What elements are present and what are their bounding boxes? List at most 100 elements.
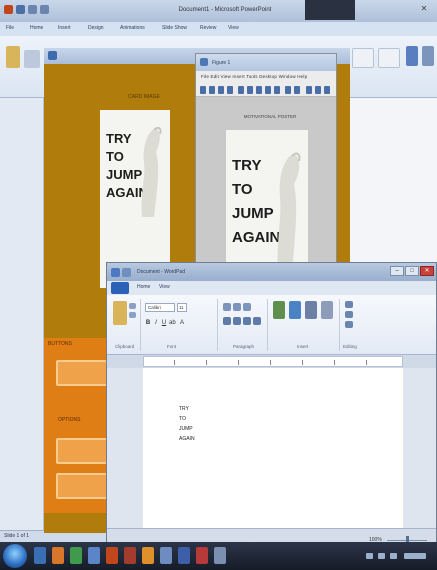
figure-menubar[interactable]: File Edit View Insert Tools Desktop Wind…	[196, 71, 336, 83]
close-icon[interactable]: ✕	[417, 4, 431, 15]
redo-icon[interactable]	[40, 5, 49, 14]
pan-icon[interactable]	[265, 86, 271, 94]
paint-drawing-icon[interactable]	[289, 301, 301, 319]
panel-label: OPTIONS	[58, 417, 81, 423]
save-icon[interactable]	[218, 86, 224, 94]
document-area: TRY TO JUMP AGAIN	[107, 368, 436, 528]
save-icon[interactable]	[122, 268, 131, 277]
slide-thumbnail-panel[interactable]	[0, 98, 44, 530]
tab-home[interactable]: Home	[137, 284, 150, 290]
poster-word: TRY	[106, 131, 132, 146]
maximize-icon[interactable]: □	[405, 266, 419, 276]
wordpad-title: Document - WordPad	[137, 269, 185, 275]
copy-icon[interactable]	[129, 312, 136, 318]
close-icon[interactable]: ✕	[420, 266, 434, 276]
poster-card-large: TRY TO JUMP AGAIN	[226, 130, 308, 282]
slide-layout-icon[interactable]	[24, 50, 40, 68]
brush-icon[interactable]	[294, 86, 300, 94]
powerpoint-tab-bar: File Home Insert Design Animations Slide…	[0, 22, 437, 36]
excel-taskbar-icon[interactable]	[70, 547, 82, 564]
align-right-icon[interactable]	[243, 317, 251, 325]
legend-icon[interactable]	[315, 86, 321, 94]
decrease-indent-icon[interactable]	[223, 303, 231, 311]
matlab-taskbar-icon[interactable]	[142, 547, 154, 564]
replace-icon[interactable]	[345, 311, 353, 318]
replace-icon[interactable]	[422, 46, 434, 66]
select-all-icon[interactable]	[345, 321, 353, 328]
card-caption: CARD IMAGE	[128, 94, 160, 100]
font-size-select[interactable]: 11	[177, 303, 187, 312]
zoom-in-icon[interactable]	[247, 86, 253, 94]
quick-styles-icon[interactable]	[378, 48, 400, 68]
undo-icon[interactable]	[28, 5, 37, 14]
powerpoint-right-area	[348, 98, 437, 263]
tab-animations[interactable]: Animations	[120, 25, 145, 31]
ruler-tick	[238, 360, 239, 365]
zoom-out-icon[interactable]	[256, 86, 262, 94]
pointer-icon[interactable]	[238, 86, 244, 94]
print-icon[interactable]	[227, 86, 233, 94]
status-text: Slide 1 of 1	[4, 533, 30, 539]
shapes-gallery-icon[interactable]	[352, 48, 374, 68]
group-label: Insert	[297, 344, 309, 349]
clock[interactable]	[404, 553, 426, 559]
tab-file[interactable]: File	[6, 25, 14, 31]
date-time-icon[interactable]	[305, 301, 317, 319]
font-color-button[interactable]: A	[179, 319, 185, 327]
paste-icon[interactable]	[113, 301, 127, 325]
word-taskbar-icon[interactable]	[88, 547, 100, 564]
wordpad-taskbar-icon[interactable]	[160, 547, 172, 564]
colorbar-icon[interactable]	[306, 86, 312, 94]
find-icon[interactable]	[345, 301, 353, 308]
ribbon-separator	[267, 299, 268, 351]
find-icon[interactable]	[406, 46, 418, 66]
figure-menu-items[interactable]: File Edit View Insert Tools Desktop Wind…	[201, 74, 307, 79]
paint-taskbar-icon[interactable]	[124, 547, 136, 564]
align-left-icon[interactable]	[223, 317, 231, 325]
start-button[interactable]	[3, 544, 27, 568]
explorer-taskbar-icon[interactable]	[34, 547, 46, 564]
font-family-select[interactable]: Calibri	[145, 303, 175, 312]
bold-button[interactable]: B	[145, 319, 151, 327]
rotate-icon[interactable]	[274, 86, 280, 94]
powerpoint-icon[interactable]	[4, 5, 13, 14]
app-taskbar-icon[interactable]	[196, 547, 208, 564]
ruler[interactable]	[143, 356, 403, 367]
align-center-icon[interactable]	[233, 317, 241, 325]
tab-design[interactable]: Design	[88, 25, 104, 31]
save-icon[interactable]	[16, 5, 25, 14]
paint-app-icon	[48, 51, 57, 60]
increase-indent-icon[interactable]	[233, 303, 241, 311]
hide-plot-tools-icon[interactable]	[324, 86, 330, 94]
tab-insert[interactable]: Insert	[58, 25, 71, 31]
volume-icon[interactable]	[378, 553, 385, 559]
group-label: Editing	[343, 344, 357, 349]
bullet-list-icon[interactable]	[243, 303, 251, 311]
new-figure-icon[interactable]	[200, 86, 206, 94]
open-icon[interactable]	[209, 86, 215, 94]
tab-review[interactable]: Review	[200, 25, 216, 31]
cut-icon[interactable]	[129, 303, 136, 309]
ruler-tick	[174, 360, 175, 365]
underline-button[interactable]: U	[161, 319, 167, 327]
media-taskbar-icon[interactable]	[52, 547, 64, 564]
powerpoint-taskbar-icon[interactable]	[106, 547, 118, 564]
app-taskbar-icon[interactable]	[178, 547, 190, 564]
battery-icon[interactable]	[390, 553, 397, 559]
minimize-icon[interactable]: –	[390, 266, 404, 276]
insert-object-icon[interactable]	[321, 301, 333, 319]
tab-home[interactable]: Home	[30, 25, 43, 31]
wordpad-menu-button[interactable]	[111, 282, 129, 294]
strikethrough-button[interactable]: ab	[169, 319, 176, 327]
tab-view[interactable]: View	[228, 25, 239, 31]
paste-icon[interactable]	[6, 46, 20, 68]
data-cursor-icon[interactable]	[285, 86, 291, 94]
italic-button[interactable]: I	[153, 319, 159, 327]
justify-icon[interactable]	[253, 317, 261, 325]
tab-view[interactable]: View	[159, 284, 170, 290]
tab-slide-show[interactable]: Slide Show	[162, 25, 187, 31]
insert-picture-icon[interactable]	[273, 301, 285, 319]
document-page[interactable]: TRY TO JUMP AGAIN	[143, 368, 403, 528]
network-icon[interactable]	[366, 553, 373, 559]
app-taskbar-icon[interactable]	[214, 547, 226, 564]
